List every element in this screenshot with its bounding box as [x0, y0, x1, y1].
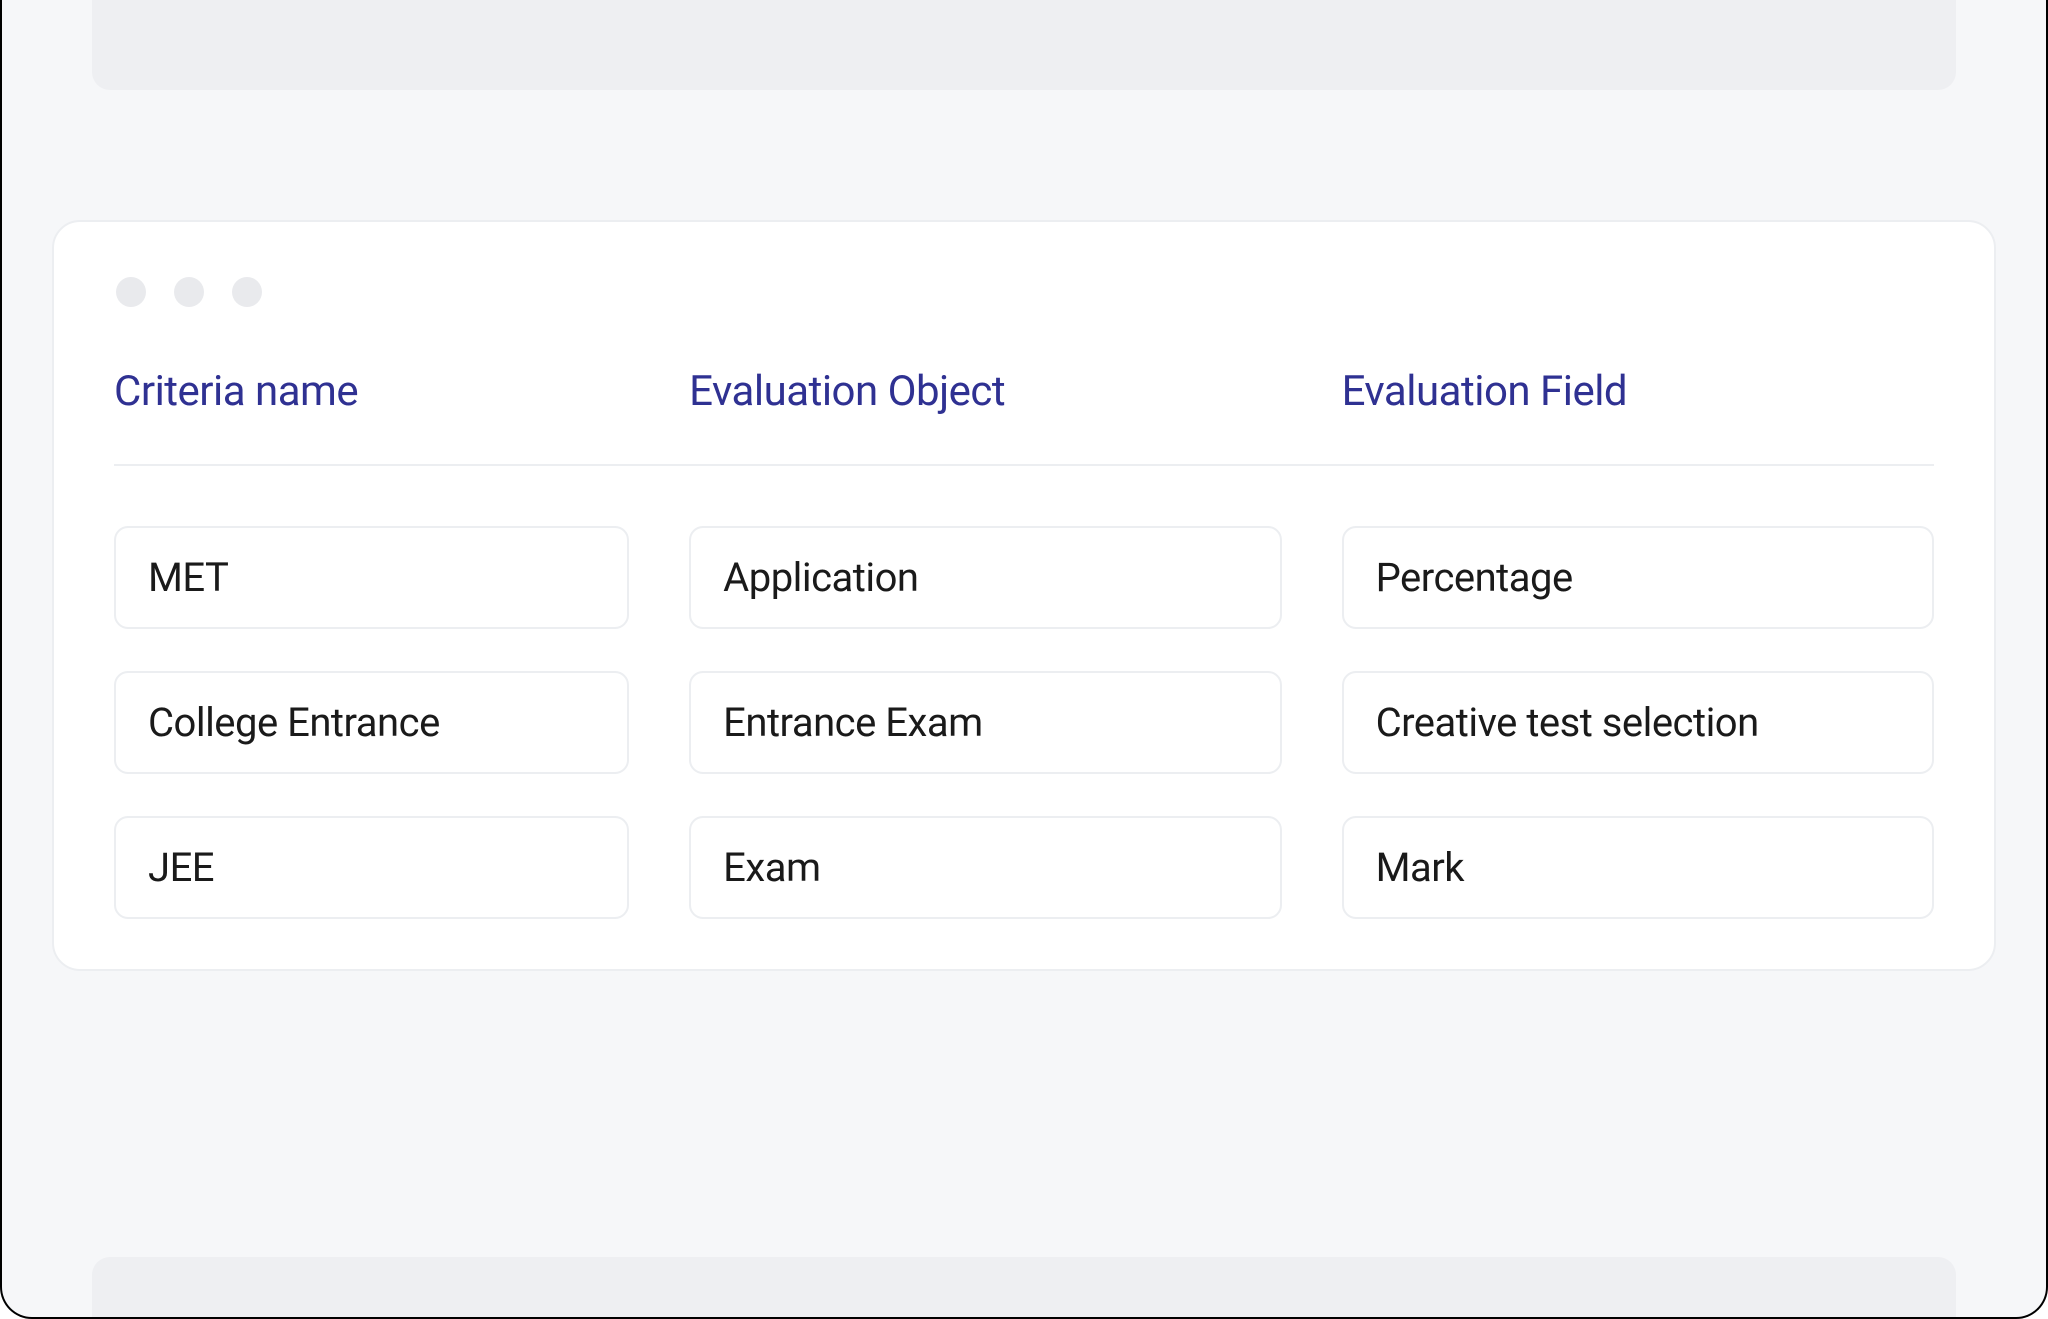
window-dot-3 — [232, 277, 262, 307]
window-dot-2 — [174, 277, 204, 307]
table-row: College Entrance Entrance Exam Creative … — [114, 671, 1934, 774]
window-dot-1 — [116, 277, 146, 307]
cell-evaluation-field[interactable]: Percentage — [1342, 526, 1934, 629]
cell-evaluation-object[interactable]: Application — [689, 526, 1281, 629]
cell-criteria-name[interactable]: JEE — [114, 816, 629, 919]
table-row: MET Application Percentage — [114, 526, 1934, 629]
bottom-panel — [92, 1257, 1956, 1317]
cell-evaluation-object[interactable]: Entrance Exam — [689, 671, 1281, 774]
cell-evaluation-field[interactable]: Mark — [1342, 816, 1934, 919]
cell-evaluation-field[interactable]: Creative test selection — [1342, 671, 1934, 774]
criteria-card: Criteria name Evaluation Object Evaluati… — [52, 220, 1996, 971]
cell-criteria-name[interactable]: College Entrance — [114, 671, 629, 774]
header-criteria-name: Criteria name — [114, 367, 629, 416]
cell-evaluation-object[interactable]: Exam — [689, 816, 1281, 919]
header-evaluation-object: Evaluation Object — [689, 367, 1281, 416]
table-header: Criteria name Evaluation Object Evaluati… — [114, 367, 1934, 466]
table-row: JEE Exam Mark — [114, 816, 1934, 919]
window-controls — [114, 277, 1934, 307]
table-body: MET Application Percentage College Entra… — [114, 526, 1934, 919]
outer-container: Criteria name Evaluation Object Evaluati… — [0, 0, 2048, 1319]
top-panel — [92, 0, 1956, 90]
cell-criteria-name[interactable]: MET — [114, 526, 629, 629]
header-evaluation-field: Evaluation Field — [1342, 367, 1934, 416]
